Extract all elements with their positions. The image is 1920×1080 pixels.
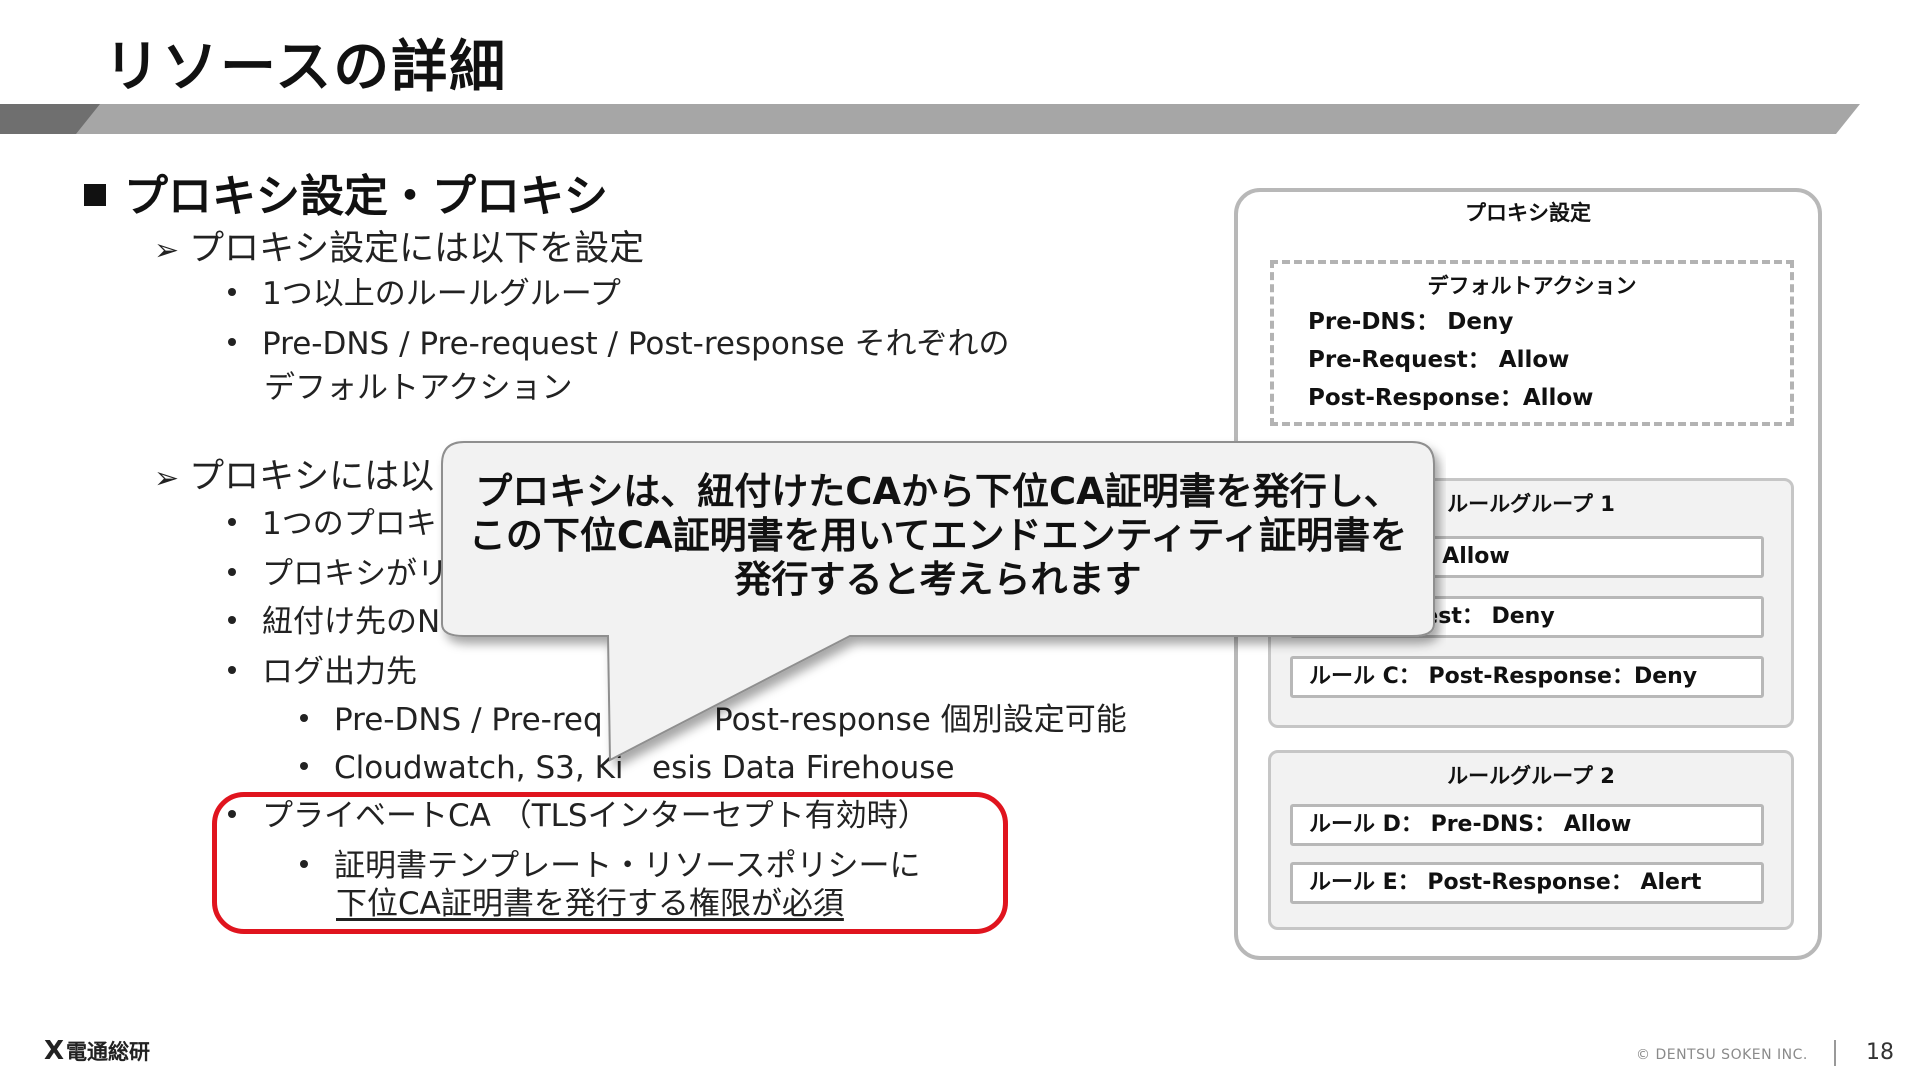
bullet-dot-icon <box>228 287 236 296</box>
section-heading: プロキシ設定・プロキシ <box>84 160 608 224</box>
list-item-text: 1つ以上のルールグループ <box>262 276 621 312</box>
list-item-text: 紐付け先のN <box>262 604 441 640</box>
callout-line: プロキシは、紐付けたCAから下位CA証明書を発行し、 <box>475 470 1401 513</box>
settings-subheading: ➢ プロキシ設定には以下を設定 <box>154 220 644 271</box>
list-item-text: プロキシがリ <box>262 556 448 592</box>
company-logo: X電通総研 <box>44 1036 150 1066</box>
section-heading-text: プロキシ設定・プロキシ <box>124 171 608 222</box>
arrow-bullet-icon: ➢ <box>154 233 180 268</box>
proxy-subheading-text: プロキシには以 <box>189 457 435 497</box>
list-item: 紐付け先のN <box>228 602 440 642</box>
bullet-dot-icon <box>228 337 236 346</box>
slide-title: リソースの詳細 <box>104 35 508 100</box>
settings-subheading-text: プロキシ設定には以下を設定 <box>189 229 645 269</box>
copyright-text: © DENTSU SOKEN INC. <box>1636 1047 1808 1063</box>
default-action-line: Pre-Request： Allow <box>1308 347 1570 373</box>
bullet-dot-icon <box>228 615 236 624</box>
title-band <box>0 104 1860 134</box>
proxy-subheading: ➢ プロキシには以 <box>154 448 434 499</box>
list-item-text: 1つのプロキ <box>262 506 437 542</box>
callout-line: この下位CA証明書を用いてエンドエンティティ証明書を <box>468 514 1408 557</box>
square-bullet-icon <box>84 184 106 206</box>
arrow-bullet-icon: ➢ <box>154 461 180 496</box>
bullet-dot-icon <box>228 517 236 526</box>
list-item: Pre-DNS / Pre-request / Post-response それ… <box>228 324 1010 364</box>
logo-mark-icon: X <box>44 1036 65 1066</box>
list-item: ログ出力先 <box>228 652 417 692</box>
footer-divider <box>1834 1040 1836 1066</box>
list-item: 1つのプロキ <box>228 504 437 544</box>
list-item-text: Pre-DNS / Pre-request / Post-response それ… <box>262 326 1010 362</box>
bullet-dot-icon <box>228 567 236 576</box>
list-item: プロキシがリ <box>228 554 448 594</box>
rule-item: ルール D： Pre-DNS： Allow <box>1290 804 1764 846</box>
proxy-config-title: プロキシ設定 <box>1465 201 1591 225</box>
default-action-line: Pre-DNS： Deny <box>1308 309 1514 335</box>
callout-line: 発行すると考えられます <box>734 558 1142 601</box>
bullet-dot-icon <box>300 761 308 770</box>
list-item: 1つ以上のルールグループ <box>228 274 621 314</box>
default-action-line: Post-Response：Allow <box>1308 385 1594 411</box>
highlight-box <box>212 792 1008 934</box>
callout-text: プロキシは、紐付けたCAから下位CA証明書を発行し、 この下位CA証明書を用いて… <box>446 470 1430 602</box>
list-item-text: ログ出力先 <box>262 654 417 690</box>
logo-text: 電通総研 <box>66 1040 151 1064</box>
bullet-dot-icon <box>228 665 236 674</box>
page-number: 18 <box>1866 1040 1894 1065</box>
default-action-title: デフォルトアクション <box>1427 274 1637 298</box>
bullet-dot-icon <box>300 713 308 722</box>
rule-item: ルール E： Post-Response： Alert <box>1290 862 1764 904</box>
list-item-continuation: デフォルトアクション <box>264 370 573 406</box>
